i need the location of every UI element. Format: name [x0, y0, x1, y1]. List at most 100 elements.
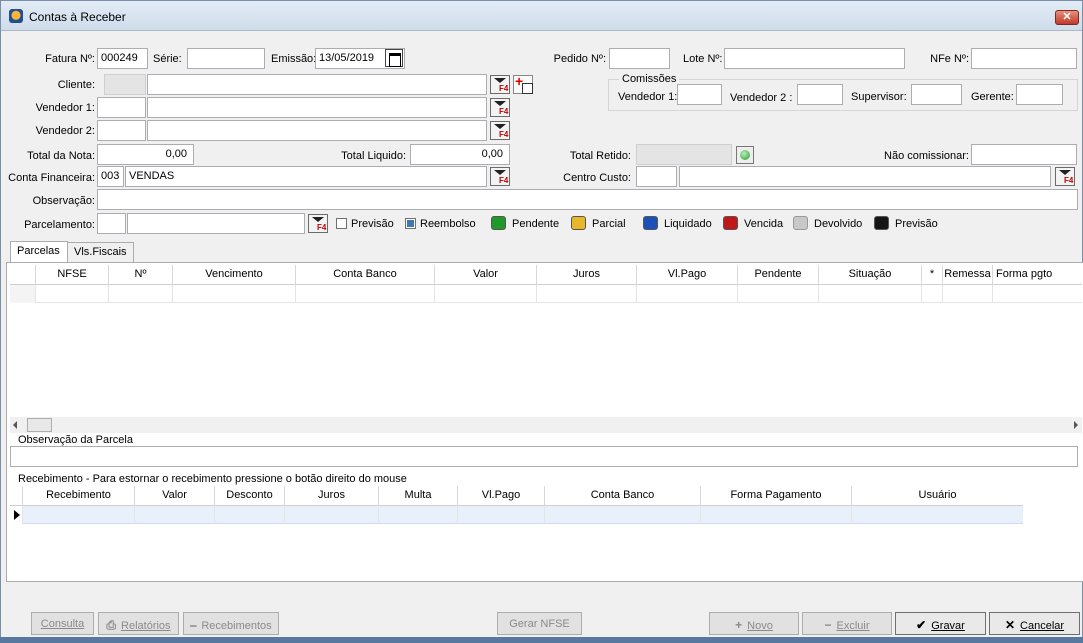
- total-retido-info-icon[interactable]: [736, 146, 754, 164]
- table-cell[interactable]: [637, 285, 738, 303]
- centro-custo-f4-lookup-icon[interactable]: F4: [1055, 167, 1075, 186]
- recebimento-col-vl-pago[interactable]: Vl.Pago: [458, 486, 545, 506]
- previsao-checkbox[interactable]: [336, 218, 347, 229]
- parcelas-col-numero[interactable]: Nº: [109, 265, 173, 285]
- parcelamento-code-input[interactable]: [97, 213, 126, 234]
- parcelas-col-conta-banco[interactable]: Conta Banco: [296, 265, 435, 285]
- recebimento-col-usuario[interactable]: Usuário: [852, 486, 1023, 506]
- table-cell[interactable]: [943, 285, 993, 303]
- vendedor2-code-input[interactable]: [97, 120, 146, 141]
- relatorios-button[interactable]: ⎙ Relatórios: [98, 612, 179, 635]
- table-cell[interactable]: [458, 506, 545, 524]
- scrollbar-thumb[interactable]: [27, 418, 52, 432]
- parcelamento-f4-lookup-icon[interactable]: F4: [308, 214, 328, 233]
- observacao-input[interactable]: [97, 189, 1078, 210]
- recebimento-col-juros[interactable]: Juros: [285, 486, 379, 506]
- nao-comissionar-input[interactable]: [971, 144, 1077, 165]
- table-cell[interactable]: [135, 506, 215, 524]
- comissao-vendedor1-label: Vendedor 1:: [618, 91, 678, 103]
- comissao-vendedor1-input[interactable]: [677, 84, 722, 105]
- conta-financeira-name-input[interactable]: VENDAS: [125, 166, 487, 187]
- observacao-label: Observação:: [32, 195, 95, 207]
- fatura-input[interactable]: 000249: [97, 48, 148, 69]
- tab-parcelas[interactable]: Parcelas: [10, 241, 68, 262]
- add-cliente-icon[interactable]: [513, 73, 533, 94]
- recebimento-col-valor[interactable]: Valor: [135, 486, 215, 506]
- table-cell[interactable]: [435, 285, 537, 303]
- recebimentos-button[interactable]: ⎯ Recebimentos: [183, 612, 279, 635]
- table-cell[interactable]: [215, 506, 285, 524]
- scroll-right-icon[interactable]: [1074, 421, 1078, 429]
- parcelas-horizontal-scrollbar[interactable]: [10, 417, 1082, 433]
- table-cell[interactable]: [23, 506, 135, 524]
- vendedor1-name-input[interactable]: [147, 97, 487, 118]
- novo-button[interactable]: + Novo: [709, 612, 799, 635]
- recebimento-col-conta-banco[interactable]: Conta Banco: [545, 486, 701, 506]
- close-button[interactable]: ✕: [1055, 10, 1079, 25]
- table-row[interactable]: [10, 285, 1082, 303]
- conta-financeira-f4-lookup-icon[interactable]: F4: [490, 167, 510, 186]
- parcelas-col-situacao[interactable]: Situação: [819, 265, 922, 285]
- parcelas-col-nfse[interactable]: NFSE: [36, 265, 109, 285]
- vendedor2-f4-lookup-icon[interactable]: F4: [490, 121, 510, 140]
- table-cell[interactable]: [36, 285, 109, 303]
- gerar-nfse-button[interactable]: Gerar NFSE: [497, 612, 582, 635]
- recebimento-col-desconto[interactable]: Desconto: [215, 486, 285, 506]
- serie-input[interactable]: [187, 48, 265, 69]
- table-cell[interactable]: [109, 285, 173, 303]
- recebimento-col-forma-pagamento[interactable]: Forma Pagamento: [701, 486, 852, 506]
- parcelas-col-juros[interactable]: Juros: [537, 265, 637, 285]
- total-liquido-input[interactable]: 0,00: [410, 144, 510, 165]
- observacao-parcela-input[interactable]: [10, 446, 1078, 467]
- table-cell[interactable]: [285, 506, 379, 524]
- scroll-left-icon[interactable]: [13, 421, 17, 429]
- parcelas-col-pendente[interactable]: Pendente: [738, 265, 819, 285]
- table-cell[interactable]: [852, 506, 1023, 524]
- excluir-button[interactable]: − Excluir: [802, 612, 892, 635]
- consulta-button[interactable]: Consulta: [31, 612, 94, 635]
- comissao-gerente-input[interactable]: [1016, 84, 1063, 105]
- centro-custo-code-input[interactable]: [636, 166, 677, 187]
- lote-input[interactable]: [724, 48, 905, 69]
- window-title: Contas à Receber: [29, 10, 126, 24]
- calendar-icon[interactable]: [385, 49, 403, 67]
- comissao-supervisor-input[interactable]: [911, 84, 962, 105]
- pedido-input[interactable]: [609, 48, 670, 69]
- tab-vls-fiscais[interactable]: Vls.Fiscais: [67, 242, 134, 262]
- recebimento-col-multa[interactable]: Multa: [379, 486, 458, 506]
- vendedor1-code-input[interactable]: [97, 97, 146, 118]
- gravar-button[interactable]: ✔ Gravar: [895, 612, 986, 635]
- total-retido-input[interactable]: [636, 144, 732, 165]
- recebimento-col-recebimento[interactable]: Recebimento: [23, 486, 135, 506]
- conta-financeira-code-input[interactable]: 003: [97, 166, 124, 187]
- comissao-vendedor2-input[interactable]: [797, 84, 843, 105]
- table-cell[interactable]: [738, 285, 819, 303]
- parcelas-col-forma-pgto[interactable]: Forma pgto: [993, 265, 1082, 285]
- parcelas-col-valor[interactable]: Valor: [435, 265, 537, 285]
- centro-custo-name-input[interactable]: [679, 166, 1051, 187]
- table-cell[interactable]: [173, 285, 296, 303]
- vendedor2-name-input[interactable]: [147, 120, 487, 141]
- table-cell[interactable]: [993, 285, 1082, 303]
- total-nota-input[interactable]: 0,00: [97, 144, 194, 165]
- reembolso-checkbox[interactable]: [405, 218, 416, 229]
- parcelamento-name-input[interactable]: [127, 213, 305, 234]
- table-row[interactable]: [10, 506, 1023, 524]
- table-cell[interactable]: [545, 506, 701, 524]
- parcelas-col-asterisk[interactable]: *: [922, 265, 943, 285]
- table-cell[interactable]: [379, 506, 458, 524]
- cancelar-button[interactable]: ✕ Cancelar: [989, 612, 1080, 635]
- cliente-name-input[interactable]: [147, 74, 487, 95]
- nfe-input[interactable]: [971, 48, 1077, 69]
- table-cell[interactable]: [819, 285, 922, 303]
- cliente-f4-lookup-icon[interactable]: F4: [490, 75, 510, 94]
- table-cell[interactable]: [296, 285, 435, 303]
- vendedor1-f4-lookup-icon[interactable]: F4: [490, 98, 510, 117]
- parcelas-col-remessa[interactable]: Remessa: [943, 265, 993, 285]
- table-cell[interactable]: [922, 285, 943, 303]
- cliente-code-input[interactable]: [104, 74, 146, 95]
- parcelas-col-vencimento[interactable]: Vencimento: [173, 265, 296, 285]
- table-cell[interactable]: [701, 506, 852, 524]
- table-cell[interactable]: [537, 285, 637, 303]
- parcelas-col-vl-pago[interactable]: Vl.Pago: [637, 265, 738, 285]
